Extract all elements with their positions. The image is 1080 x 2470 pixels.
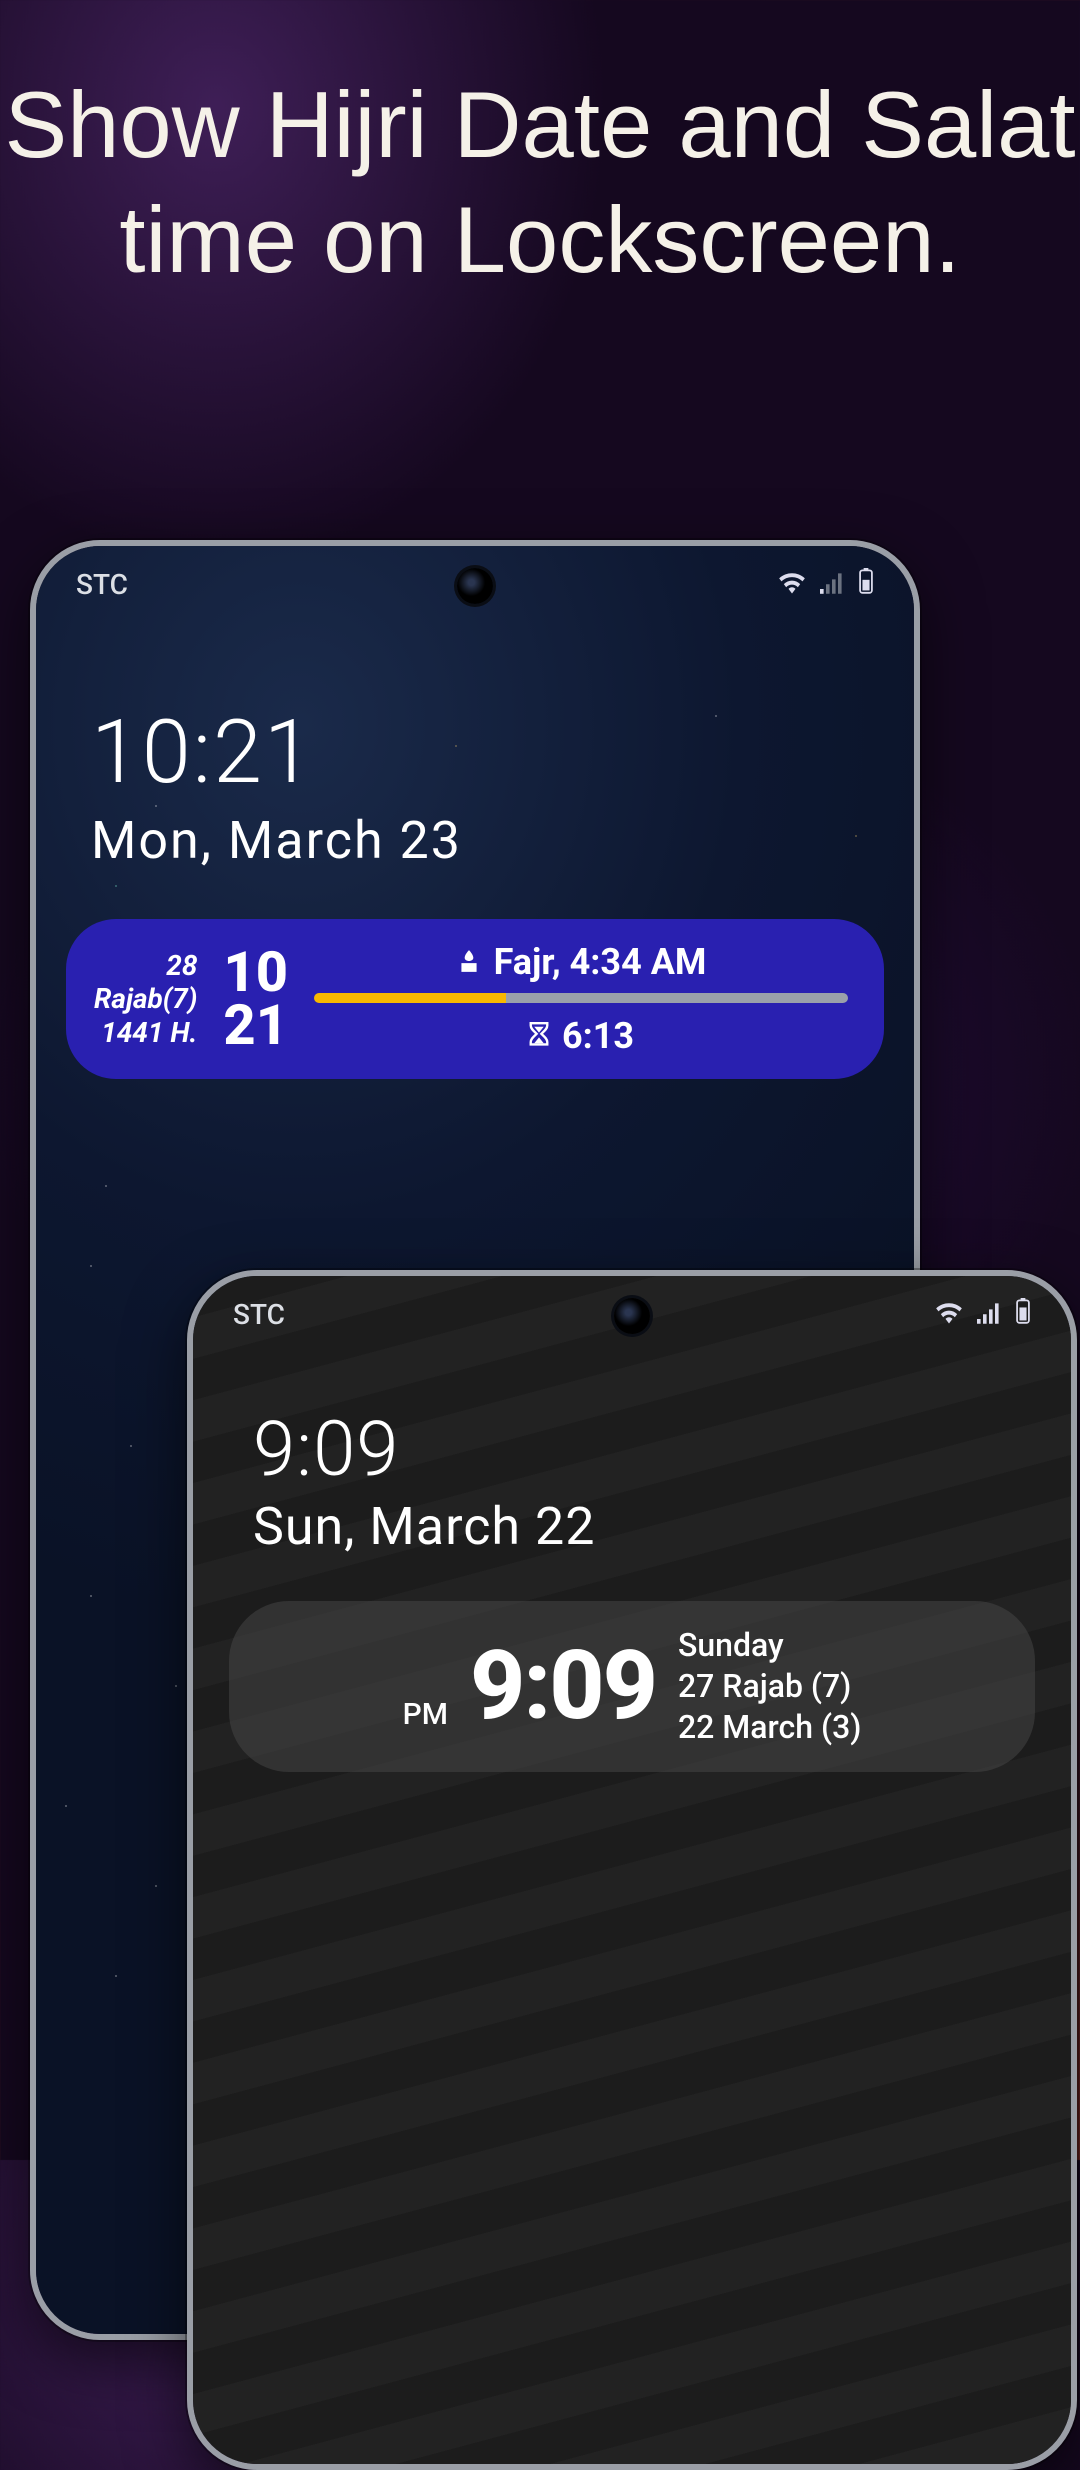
mosque-icon [456,941,482,983]
time-remaining: 6:13 [562,1015,634,1057]
salat-info-block: Fajr, 4:34 AM 6:13 [314,941,848,1057]
hijri-year: 1441 H. [94,1016,197,1050]
carrier-label: STC [233,1298,285,1331]
hijri-day: 28 [94,949,197,983]
hijri-salat-widget[interactable]: 28 Rajab(7) 1441 H. 10 21 Fajr, 4:34 AM [66,919,884,1079]
gregorian-date-label: 22 March (3) [678,1707,861,1748]
ampm-label: PM [403,1697,448,1732]
status-icons [778,568,874,601]
clock-date: Sun, March 22 [253,1496,1071,1557]
status-icons [935,1298,1031,1331]
hijri-month: Rajab(7) [94,982,197,1016]
wifi-icon [778,568,806,601]
widget-minute: 21 [223,999,288,1052]
clock-date: Mon, March 23 [91,810,914,871]
carrier-label: STC [76,568,128,601]
clock-time: 10:21 [91,701,914,804]
widget-time: 9:09 [470,1630,656,1742]
hijri-date-label: 27 Rajab (7) [678,1666,861,1707]
hourglass-icon [528,1015,550,1057]
wifi-icon [935,1298,963,1331]
battery-icon [1015,1298,1031,1331]
lockscreen-2: STC 9:09 Sun, March 22 PM 9:09 Sunday [193,1276,1071,2464]
status-bar: STC [36,568,914,601]
promo-headline: Show Hijri Date and Salat time on Locksc… [0,0,1080,297]
next-prayer-label: Fajr, 4:34 AM [494,941,707,983]
clock-time: 9:09 [253,1404,1071,1494]
signal-icon [977,1298,1001,1331]
phone-mockup-2: STC 9:09 Sun, March 22 PM 9:09 Sunday [187,1270,1077,2470]
signal-icon [820,568,844,601]
hijri-date-block: 28 Rajab(7) 1441 H. [94,949,197,1050]
weekday-label: Sunday [678,1625,861,1666]
prayer-progress-bar [314,993,848,1003]
widget-time-block: 10 21 [223,946,288,1052]
battery-icon [858,568,874,601]
hijri-date-widget[interactable]: PM 9:09 Sunday 27 Rajab (7) 22 March (3) [229,1601,1035,1772]
status-bar: STC [193,1298,1071,1331]
date-info-block: Sunday 27 Rajab (7) 22 March (3) [678,1625,861,1748]
